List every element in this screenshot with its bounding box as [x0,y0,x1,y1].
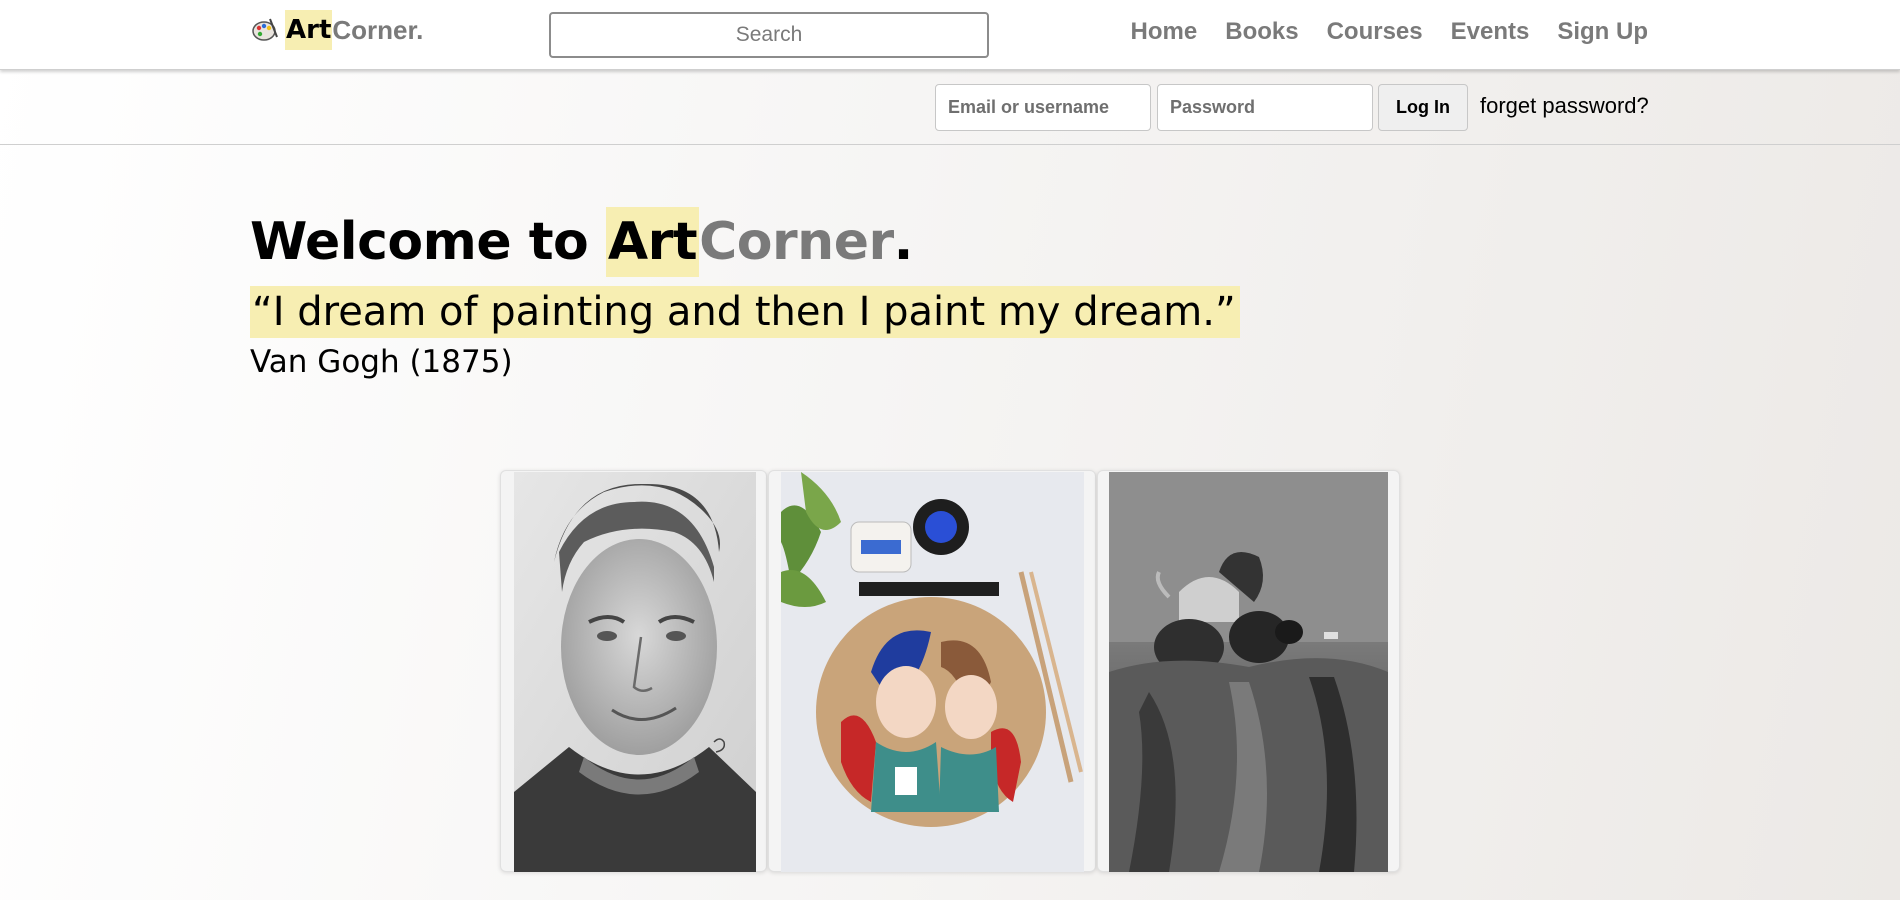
anime-illustration-image [781,472,1084,872]
gallery-card[interactable] [768,470,1096,872]
top-navbar: Art Corner. Home Books Courses Events Si… [0,0,1900,70]
portrait-drawing-image [514,472,756,872]
search-input[interactable] [549,12,989,58]
brand-logo[interactable]: Art Corner. [250,10,424,50]
nav-books[interactable]: Books [1225,16,1298,48]
hero-title: Welcome to Art Corner . [250,207,913,277]
nav-courses[interactable]: Courses [1327,16,1423,48]
login-button[interactable]: Log In [1378,84,1468,131]
hero-art: Art [605,207,700,277]
password-field[interactable] [1157,84,1373,131]
nav-events[interactable]: Events [1451,16,1530,48]
still-life-drawing-image [1109,472,1388,872]
email-field[interactable] [935,84,1151,131]
palette-icon [250,15,280,45]
main-nav: Home Books Courses Events Sign Up [1131,16,1648,48]
hero-dot: . [893,212,914,272]
hero-quote: “I dream of painting and then I paint my… [250,286,1240,338]
gallery-card[interactable] [500,470,767,872]
login-bar: Log In forget password? [0,70,1900,145]
quote-author: Van Gogh (1875) [250,344,513,380]
hero-corner: Corner [699,212,894,272]
forget-password-link[interactable]: forget password? [1480,92,1649,120]
brand-corner: Corner. [332,15,424,45]
nav-home[interactable]: Home [1131,16,1198,48]
gallery-card[interactable] [1097,470,1400,872]
nav-sign-up[interactable]: Sign Up [1557,16,1648,48]
brand-art: Art [285,10,333,50]
hero-welcome: Welcome to [250,212,606,272]
